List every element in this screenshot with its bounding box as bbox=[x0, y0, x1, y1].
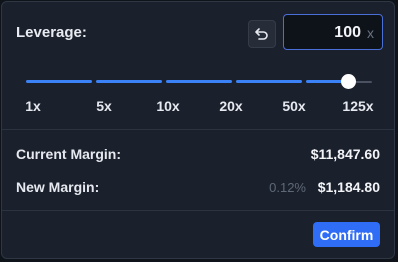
leverage-input[interactable]: 100 x bbox=[283, 14, 383, 50]
slider-mark[interactable]: 5x bbox=[96, 98, 112, 114]
divider bbox=[2, 129, 394, 130]
confirm-button[interactable]: Confirm bbox=[313, 222, 380, 247]
slider-mark[interactable]: 10x bbox=[156, 98, 179, 114]
leverage-panel: Leverage: 100 x 1x 5x 10x 20x 50x 125x C… bbox=[1, 1, 395, 259]
undo-arrow-icon bbox=[254, 26, 270, 42]
reset-leverage-button[interactable] bbox=[248, 20, 276, 48]
slider-mark[interactable]: 20x bbox=[219, 98, 242, 114]
slider-mark[interactable]: 1x bbox=[25, 98, 41, 114]
leverage-slider[interactable] bbox=[26, 72, 374, 92]
slider-segment bbox=[96, 80, 162, 83]
new-margin-label: New Margin: bbox=[16, 179, 100, 195]
leverage-input-suffix: x bbox=[367, 25, 374, 41]
divider bbox=[2, 210, 394, 211]
slider-segment bbox=[236, 80, 302, 83]
slider-handle[interactable] bbox=[341, 74, 356, 89]
leverage-input-value: 100 bbox=[334, 24, 361, 41]
current-margin-value: $11,847.60 bbox=[310, 146, 380, 162]
new-margin-value: $1,184.80 bbox=[317, 179, 380, 195]
leverage-row: Leverage: 100 x bbox=[16, 14, 383, 52]
leverage-label: Leverage: bbox=[16, 24, 87, 41]
slider-segment bbox=[26, 80, 92, 83]
slider-mark[interactable]: 125x bbox=[342, 98, 373, 114]
new-margin-percent: 0.12% bbox=[269, 180, 306, 195]
current-margin-label: Current Margin: bbox=[16, 146, 121, 162]
slider-mark[interactable]: 50x bbox=[282, 98, 305, 114]
slider-marks: 1x 5x 10x 20x 50x 125x bbox=[2, 98, 398, 116]
slider-segment bbox=[166, 80, 232, 83]
